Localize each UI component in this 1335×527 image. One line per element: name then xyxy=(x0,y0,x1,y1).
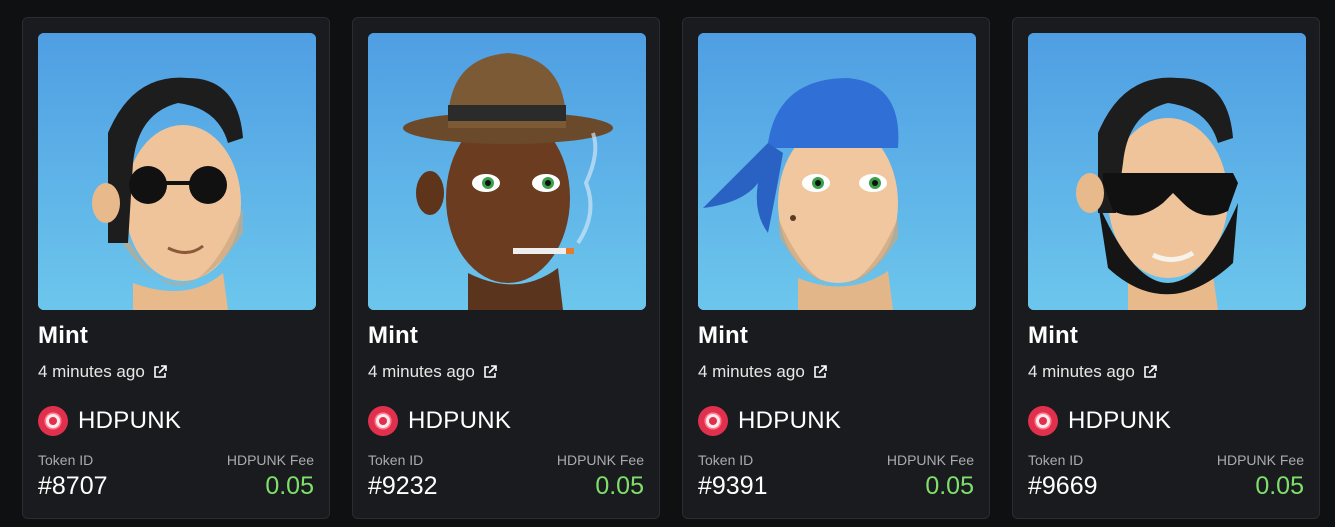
token-id: #9391 xyxy=(698,472,768,500)
collection-link[interactable]: HDPUNK xyxy=(1028,406,1171,436)
event-time: 4 minutes ago xyxy=(698,362,805,381)
collection-logo-icon xyxy=(1028,406,1058,436)
collection-link[interactable]: HDPUNK xyxy=(698,406,841,436)
event-time-link[interactable]: 4 minutes ago xyxy=(1028,362,1157,382)
nft-image[interactable] xyxy=(698,33,976,310)
activity-grid: Mint 4 minutes ago HDPUNK Token ID HDPUN… xyxy=(0,0,1335,527)
event-time-link[interactable]: 4 minutes ago xyxy=(698,362,827,382)
event-title: Mint xyxy=(698,322,749,349)
nft-activity-card[interactable]: Mint 4 minutes ago HDPUNK Token ID HDPUN… xyxy=(352,17,660,519)
event-time-link[interactable]: 4 minutes ago xyxy=(38,362,167,382)
event-time: 4 minutes ago xyxy=(1028,362,1135,381)
fee-value: 0.05 xyxy=(595,472,644,500)
event-time-link[interactable]: 4 minutes ago xyxy=(368,362,497,382)
fee-label: HDPUNK Fee xyxy=(1216,452,1304,468)
collection-name: HDPUNK xyxy=(738,407,842,434)
collection-logo-icon xyxy=(38,406,68,436)
collection-link[interactable]: HDPUNK xyxy=(368,406,511,436)
nft-activity-card[interactable]: Mint 4 minutes ago HDPUNK Token ID HDPUN… xyxy=(682,17,990,519)
fee-label: HDPUNK Fee xyxy=(226,452,314,468)
token-id: #8707 xyxy=(38,472,108,500)
token-id: #9232 xyxy=(368,472,438,500)
collection-logo-icon xyxy=(698,406,728,436)
external-link-icon[interactable] xyxy=(483,365,497,379)
nft-activity-card[interactable]: Mint 4 minutes ago HDPUNK Token ID HDPUN… xyxy=(22,17,330,519)
external-link-icon[interactable] xyxy=(153,365,167,379)
event-title: Mint xyxy=(368,322,419,349)
fee-value: 0.05 xyxy=(925,472,974,500)
event-time: 4 minutes ago xyxy=(38,362,145,381)
external-link-icon[interactable] xyxy=(813,365,827,379)
collection-logo-icon xyxy=(368,406,398,436)
nft-image[interactable] xyxy=(368,33,646,310)
collection-name: HDPUNK xyxy=(78,407,182,434)
token-id-label: Token ID xyxy=(368,452,424,468)
nft-image[interactable] xyxy=(1028,33,1306,310)
collection-name: HDPUNK xyxy=(1068,407,1172,434)
nft-activity-card[interactable]: Mint 4 minutes ago HDPUNK Token ID HDPUN… xyxy=(1012,17,1320,519)
fee-value: 0.05 xyxy=(265,472,314,500)
token-id-label: Token ID xyxy=(38,452,94,468)
collection-link[interactable]: HDPUNK xyxy=(38,406,181,436)
token-id: #9669 xyxy=(1028,472,1098,500)
fee-label: HDPUNK Fee xyxy=(556,452,644,468)
external-link-icon[interactable] xyxy=(1143,365,1157,379)
event-title: Mint xyxy=(38,322,89,349)
token-id-label: Token ID xyxy=(698,452,754,468)
event-title: Mint xyxy=(1028,322,1079,349)
token-id-label: Token ID xyxy=(1028,452,1084,468)
nft-image[interactable] xyxy=(38,33,316,310)
fee-label: HDPUNK Fee xyxy=(886,452,974,468)
collection-name: HDPUNK xyxy=(408,407,512,434)
event-time: 4 minutes ago xyxy=(368,362,475,381)
fee-value: 0.05 xyxy=(1255,472,1304,500)
